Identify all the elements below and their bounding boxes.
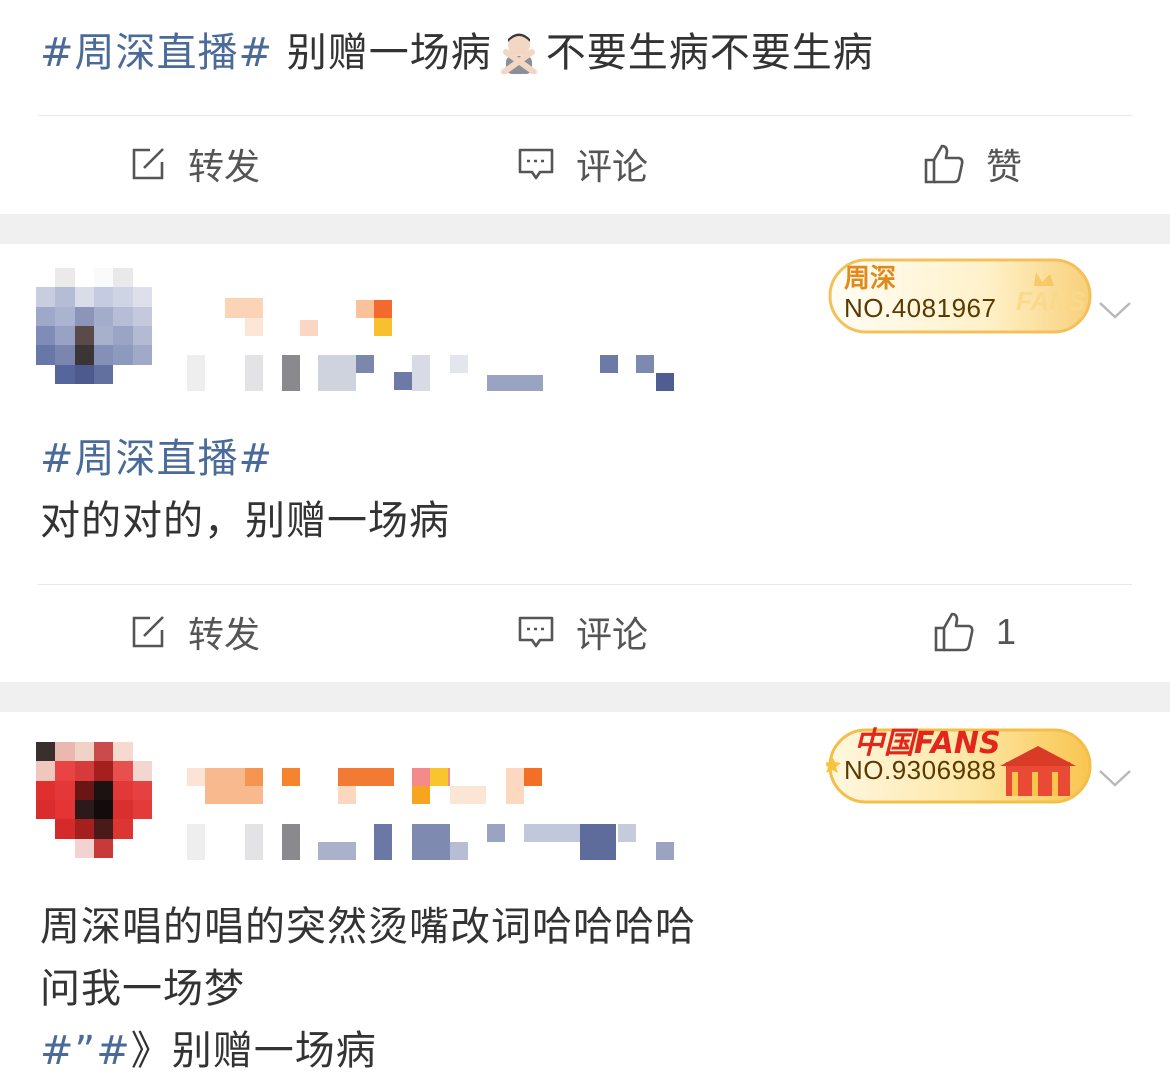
post-action-bar: 转发 评论 赞: [0, 116, 1170, 212]
comment-text: 周深唱的唱的突然烫嘴改词哈哈哈哈 问我一场梦 #”#》别赠一场病: [40, 896, 696, 1080]
chevron-down-icon[interactable]: [1098, 300, 1132, 320]
avatar-mosaic: [36, 742, 152, 858]
section-separator: [0, 214, 1170, 244]
repost-button[interactable]: 转发: [128, 584, 260, 680]
badge-watermark: FANS: [1016, 286, 1086, 316]
repost-button[interactable]: 转发: [128, 116, 260, 212]
fan-badge[interactable]: 周深 NO.4081967 FANS: [826, 250, 1094, 336]
thumbs-up-icon: [924, 144, 964, 184]
badge-number: NO.9306988: [844, 755, 997, 785]
badge-number: NO.4081967: [844, 293, 997, 323]
comment-icon: [518, 148, 554, 180]
comment-line: 问我一场梦: [40, 966, 245, 1012]
like-count: 1: [996, 611, 1017, 652]
chevron-down-icon[interactable]: [1098, 768, 1132, 788]
comment-line-last: #”#》别赠一场病: [40, 1020, 696, 1080]
post-text-part2: 不要生病不要生病: [545, 30, 874, 76]
like-button[interactable]: 赞: [922, 116, 1022, 212]
hashtag-link[interactable]: #周深直播#: [40, 30, 273, 76]
comment-text: #周深直播# 对的对的，别赠一场病: [40, 428, 450, 552]
avatar[interactable]: [36, 742, 152, 858]
repost-icon: [132, 148, 164, 180]
comment-line-tail: 》别赠一场病: [130, 1028, 377, 1074]
comment-line: 对的对的，别赠一场病: [40, 498, 450, 544]
person-gesturing-no-emoji: [500, 33, 537, 74]
comment-action-bar: 转发 评论 1: [0, 584, 1170, 680]
hashtag-link[interactable]: #周深直播#: [40, 428, 450, 490]
post-text-part1: 别赠一场病: [273, 30, 492, 76]
comment-icon: [518, 616, 554, 648]
avatar-mosaic: [36, 268, 152, 384]
comment-line: 周深唱的唱的突然烫嘴改词哈哈哈哈: [40, 904, 696, 950]
thumbs-up-icon: [934, 612, 974, 652]
hashtag-link[interactable]: #”#: [40, 1028, 131, 1074]
avatar[interactable]: [36, 268, 152, 384]
section-separator: [0, 682, 1170, 712]
top-post: #周深直播# 别赠一场病 不要生病不要生病 转发 评论 赞: [0, 0, 1170, 214]
repost-label: 转发: [188, 147, 261, 188]
comment-button[interactable]: 评论: [516, 116, 648, 212]
like-button[interactable]: 1: [932, 584, 1016, 680]
like-label: 赞: [986, 147, 1023, 188]
comment-label: 评论: [576, 615, 649, 656]
comment-button[interactable]: 评论: [516, 584, 648, 680]
post-text: #周深直播# 别赠一场病 不要生病不要生病: [40, 22, 874, 84]
badge-title: 周深: [844, 264, 897, 294]
comment-label: 评论: [576, 147, 649, 188]
repost-label: 转发: [188, 615, 261, 656]
repost-icon: [132, 616, 164, 648]
fan-badge[interactable]: 中国FANS NO.9306988: [826, 716, 1094, 804]
